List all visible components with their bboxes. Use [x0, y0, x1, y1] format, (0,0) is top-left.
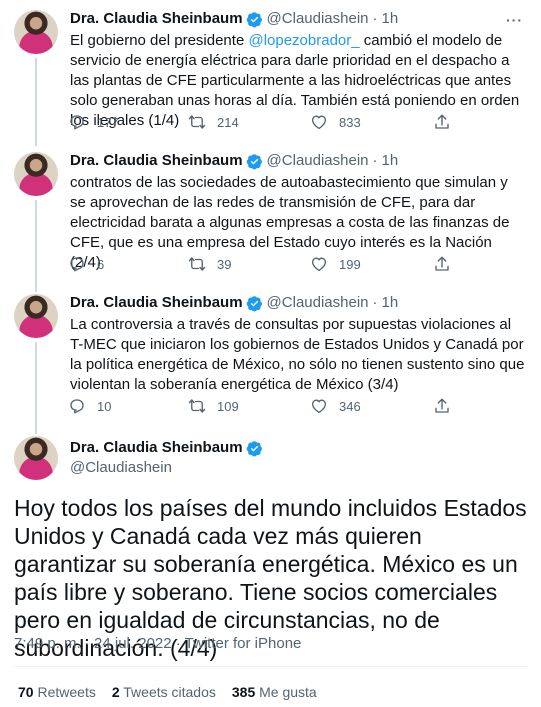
- retweet-count: 109: [217, 398, 239, 414]
- like-count: 199: [339, 256, 361, 272]
- author-name[interactable]: Dra. Claudia Sheinbaum: [70, 439, 263, 457]
- reply-icon: [70, 115, 84, 130]
- verified-badge-icon: [246, 153, 262, 169]
- tweet-actions: 177 214 833: [68, 113, 458, 133]
- retweet-icon: [188, 257, 206, 271]
- share-icon: [435, 398, 449, 413]
- avatar[interactable]: [14, 152, 58, 196]
- thread-connector: [35, 58, 37, 146]
- reply-count: 10: [97, 398, 112, 414]
- tweet-time[interactable]: 1h: [382, 10, 399, 28]
- author-name[interactable]: Dra. Claudia Sheinbaum: [70, 152, 243, 170]
- avatar[interactable]: [14, 436, 58, 480]
- tweet-timestamp[interactable]: 7:49 p. m. · 24 jul. 2022 · Twitter for …: [14, 635, 301, 652]
- author-name[interactable]: Dra. Claudia Sheinbaum: [70, 294, 243, 312]
- tweet-time[interactable]: 1h: [382, 152, 399, 170]
- retweet-icon: [188, 115, 206, 129]
- avatar[interactable]: [14, 294, 58, 338]
- mention-link[interactable]: @lopezobrador_: [248, 32, 359, 49]
- verified-badge-icon: [246, 11, 262, 27]
- author-handle[interactable]: @Claudiashein: [267, 294, 369, 312]
- heart-icon: [311, 115, 327, 130]
- more-options-icon[interactable]: ···: [506, 12, 523, 28]
- retweet-button[interactable]: 214: [188, 113, 239, 131]
- share-icon: [435, 256, 449, 271]
- tweet-actions: 6 39 199: [68, 255, 458, 275]
- like-count: 833: [339, 114, 361, 130]
- author-handle[interactable]: @Claudiashein: [70, 459, 172, 477]
- thread-connector: [35, 200, 37, 292]
- engagement-stats: 70 Retweets 2 Tweets citados 385 Me gust…: [18, 684, 333, 700]
- avatar[interactable]: [14, 10, 58, 54]
- separator: ·: [372, 294, 378, 311]
- separator: ·: [372, 152, 378, 169]
- reply-button[interactable]: 10: [68, 397, 111, 415]
- retweet-button[interactable]: 109: [188, 397, 239, 415]
- verified-badge-icon: [246, 295, 262, 311]
- reply-icon: [70, 399, 84, 414]
- retweet-count: 39: [217, 256, 232, 272]
- reply-count: 177: [97, 114, 119, 130]
- separator: ·: [372, 10, 378, 27]
- thread-connector: [35, 342, 37, 434]
- retweet-button[interactable]: 39: [188, 255, 231, 273]
- tweet-header: Dra. Claudia Sheinbaum @Claudiashein · 1…: [70, 10, 398, 28]
- heart-icon: [311, 399, 327, 414]
- tweet-header: Dra. Claudia Sheinbaum @Claudiashein · 1…: [70, 152, 398, 170]
- author-name[interactable]: Dra. Claudia Sheinbaum: [70, 10, 243, 28]
- share-button[interactable]: [433, 397, 451, 415]
- retweet-icon: [188, 399, 206, 413]
- like-button[interactable]: 199: [310, 255, 361, 273]
- reply-button[interactable]: 6: [68, 255, 104, 273]
- author-handle[interactable]: @Claudiashein: [267, 10, 369, 28]
- like-button[interactable]: 833: [310, 113, 361, 131]
- likes-stat[interactable]: 385 Me gusta: [232, 684, 317, 700]
- tweet-header: Dra. Claudia Sheinbaum @Claudiashein · 1…: [70, 294, 398, 312]
- verified-badge-icon: [246, 440, 262, 456]
- share-icon: [435, 114, 449, 129]
- retweets-stat[interactable]: 70 Retweets: [18, 684, 96, 700]
- divider: [14, 666, 529, 667]
- share-button[interactable]: [433, 113, 451, 131]
- tweet-actions: 10 109 346: [68, 397, 458, 417]
- focused-tweet: Dra. Claudia Sheinbaum @Claudiashein Hoy…: [0, 426, 541, 707]
- tweet-time[interactable]: 1h: [382, 294, 399, 312]
- reply-icon: [70, 257, 84, 272]
- retweet-count: 214: [217, 114, 239, 130]
- tweet-text: La controversia a través de consultas po…: [70, 316, 525, 393]
- reply-button[interactable]: 177: [68, 113, 119, 131]
- quote-tweets-stat[interactable]: 2 Tweets citados: [112, 684, 216, 700]
- share-button[interactable]: [433, 255, 451, 273]
- author-handle[interactable]: @Claudiashein: [267, 152, 369, 170]
- heart-icon: [311, 257, 327, 272]
- like-button[interactable]: 346: [310, 397, 361, 415]
- reply-count: 6: [97, 256, 105, 272]
- like-count: 346: [339, 398, 361, 414]
